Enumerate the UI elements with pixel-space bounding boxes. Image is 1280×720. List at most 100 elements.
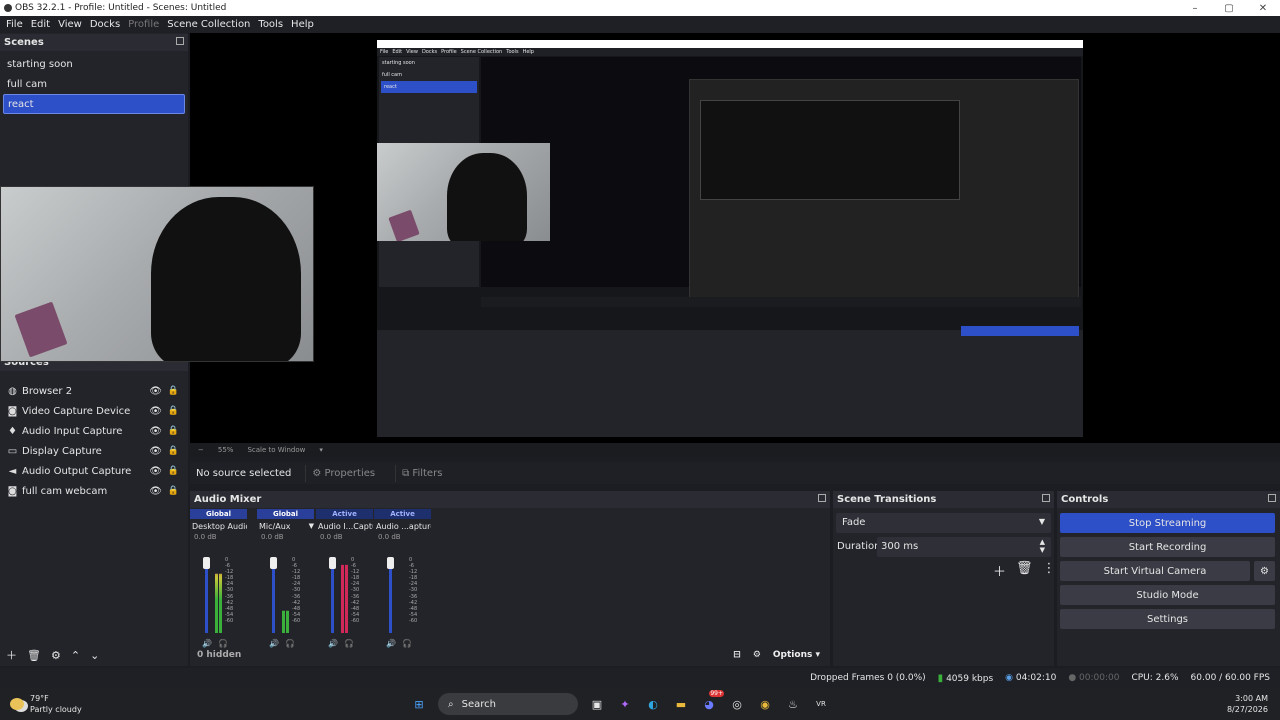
menu-scene-collection[interactable]: Scene Collection <box>163 19 254 30</box>
scenes-header: Scenes <box>0 34 188 51</box>
source-item[interactable]: ◙ Video Capture Device 👁 🔒 <box>0 401 188 421</box>
fader-knob[interactable] <box>203 557 210 569</box>
source-item[interactable]: ◄ Audio Output Capture 👁 🔒 <box>0 461 188 481</box>
vr-icon[interactable]: VR <box>812 695 830 713</box>
volume-fader[interactable] <box>272 559 275 633</box>
lock-icon[interactable]: 🔒 <box>168 426 179 436</box>
taskbar-search[interactable]: ⌕ Search <box>438 693 578 715</box>
eye-icon[interactable]: 👁 <box>149 406 162 417</box>
more-options-icon[interactable]: ⋮ <box>1043 561 1056 580</box>
eye-icon[interactable]: 👁 <box>149 446 162 457</box>
eye-icon[interactable]: 👁 <box>149 426 162 437</box>
discord-icon[interactable]: ◕ 99+ <box>700 690 724 713</box>
trash-icon[interactable]: 🗑 <box>1016 561 1033 580</box>
channel-db: 0.0 dB <box>261 533 284 541</box>
nested-webcam-image <box>377 143 550 241</box>
lock-icon[interactable]: 🔒 <box>168 486 179 496</box>
source-item[interactable]: ◙ full cam webcam 👁 🔒 <box>0 481 188 501</box>
studio-mode-button[interactable]: Studio Mode <box>1060 585 1275 605</box>
menu-docks[interactable]: Docks <box>86 19 124 30</box>
steam-icon[interactable]: ♨ <box>784 695 802 713</box>
taskbar: 79°F Partly cloudy ⊞ ⌕ Search ▣ ✦ ◐ ▬ ◕ 99+… <box>0 688 1280 720</box>
source-item[interactable]: ◍ Browser 2 👁 🔒 <box>0 381 188 401</box>
volume-fader[interactable] <box>389 559 392 633</box>
obs-taskbar-icon[interactable]: ◎ <box>728 695 746 713</box>
float-icon[interactable] <box>1268 494 1276 502</box>
add-icon[interactable]: ＋ <box>6 647 17 663</box>
maximize-button[interactable]: ▢ <box>1212 3 1246 14</box>
obs-logo-icon <box>4 4 12 12</box>
file-explorer-icon[interactable]: ▬ <box>672 695 690 713</box>
float-icon[interactable] <box>176 37 184 45</box>
filters-button[interactable]: ⧉ Filters <box>395 464 448 482</box>
menu-edit[interactable]: Edit <box>27 19 54 30</box>
menu-view[interactable]: View <box>54 19 86 30</box>
start-recording-button[interactable]: Start Recording <box>1060 537 1275 557</box>
chrome-icon[interactable]: ◉ <box>756 695 774 713</box>
source-item[interactable]: ▭ Display Capture 👁 🔒 <box>0 441 188 461</box>
scale-mode[interactable]: Scale to Window <box>247 446 305 454</box>
float-icon[interactable] <box>818 494 826 502</box>
chevron-down-icon[interactable]: ▾ <box>319 446 323 454</box>
zoom-level: 55% <box>217 446 234 454</box>
lock-icon[interactable]: 🔒 <box>168 466 179 476</box>
stop-streaming-button[interactable]: Stop Streaming <box>1060 513 1275 533</box>
scene-transitions-dock: Scene Transitions Fade ▼ Duration 300 ms ▲… <box>833 491 1056 666</box>
db-scale: 0 -6 -12 -18 -24 -30 -36 -42 -48 -54 -60 <box>409 557 418 624</box>
advanced-audio-icon[interactable]: ⚙ <box>753 650 761 660</box>
volume-fader[interactable] <box>331 559 334 633</box>
scene-item[interactable]: full cam <box>3 74 185 94</box>
transition-select[interactable]: Fade ▼ <box>836 513 1051 533</box>
fader-knob[interactable] <box>329 557 336 569</box>
menu-profile[interactable]: Profile <box>124 19 163 30</box>
source-item[interactable]: ♦ Audio Input Capture 👁 🔒 <box>0 421 188 441</box>
date: 8/27/2026 <box>1226 705 1268 714</box>
options-button[interactable]: Options ▾ <box>773 650 820 660</box>
lock-icon[interactable]: 🔒 <box>168 386 179 396</box>
channel-name-dropdown[interactable]: Desktop Audio▼ <box>190 519 247 533</box>
spinner-icon[interactable]: ▲ ▼ <box>1040 538 1045 554</box>
scene-item[interactable]: starting soon <box>3 54 185 74</box>
fader-knob[interactable] <box>387 557 394 569</box>
move-down-icon[interactable]: ⌄ <box>90 649 99 662</box>
level-meter <box>399 559 402 633</box>
virtual-camera-settings-icon[interactable]: ⚙ <box>1254 561 1275 581</box>
weather-widget[interactable]: 79°F Partly cloudy <box>10 693 82 715</box>
trash-icon[interactable]: 🗑 <box>27 649 41 662</box>
menu-tools[interactable]: Tools <box>254 19 287 30</box>
properties-button[interactable]: ⚙ Properties <box>305 464 381 482</box>
layout-icon[interactable]: ⊟ <box>733 650 741 660</box>
eye-icon[interactable]: 👁 <box>149 386 162 397</box>
minimize-button[interactable]: – <box>1178 3 1212 14</box>
copilot-icon[interactable]: ✦ <box>616 695 634 713</box>
task-view-icon[interactable]: ▣ <box>588 695 606 713</box>
stream-time: 04:02:10 <box>1015 673 1057 683</box>
channel-name-dropdown[interactable]: Audio I...Capture▼ <box>316 519 373 533</box>
start-virtual-camera-button[interactable]: Start Virtual Camera <box>1060 561 1250 581</box>
volume-fader[interactable] <box>205 559 208 633</box>
duration-input[interactable]: 300 ms ▲ ▼ <box>877 537 1051 557</box>
windows-start-icon[interactable]: ⊞ <box>410 695 428 713</box>
eye-icon[interactable]: 👁 <box>149 486 162 497</box>
clock[interactable]: 3:00 AM 8/27/2026 <box>1227 693 1268 715</box>
float-icon[interactable] <box>1042 494 1050 502</box>
lock-icon[interactable]: 🔒 <box>168 406 179 416</box>
fader-knob[interactable] <box>270 557 277 569</box>
menu-file[interactable]: File <box>2 19 27 30</box>
edge-icon[interactable]: ◐ <box>644 695 662 713</box>
channel-name-dropdown[interactable]: Audio ...apture▼ <box>374 519 431 533</box>
zoom-out-icon[interactable]: − <box>198 446 204 454</box>
db-scale: 0 -6 -12 -18 -24 -30 -36 -42 -48 -54 -60 <box>351 557 360 624</box>
lock-icon[interactable]: 🔒 <box>168 446 179 456</box>
gear-icon[interactable]: ⚙ <box>51 649 61 662</box>
move-up-icon[interactable]: ⌃ <box>71 649 80 662</box>
settings-button[interactable]: Settings <box>1060 609 1275 629</box>
webcam-overlay-image <box>0 186 314 362</box>
add-transition-icon[interactable]: ＋ <box>993 561 1006 580</box>
scene-item-selected[interactable]: react <box>3 94 185 114</box>
close-button[interactable]: ✕ <box>1246 3 1280 14</box>
channel-name-dropdown[interactable]: Mic/Aux ▼ <box>257 519 314 533</box>
source-label: Video Capture Device <box>22 405 131 417</box>
menu-help[interactable]: Help <box>287 19 318 30</box>
eye-icon[interactable]: 👁 <box>149 466 162 477</box>
